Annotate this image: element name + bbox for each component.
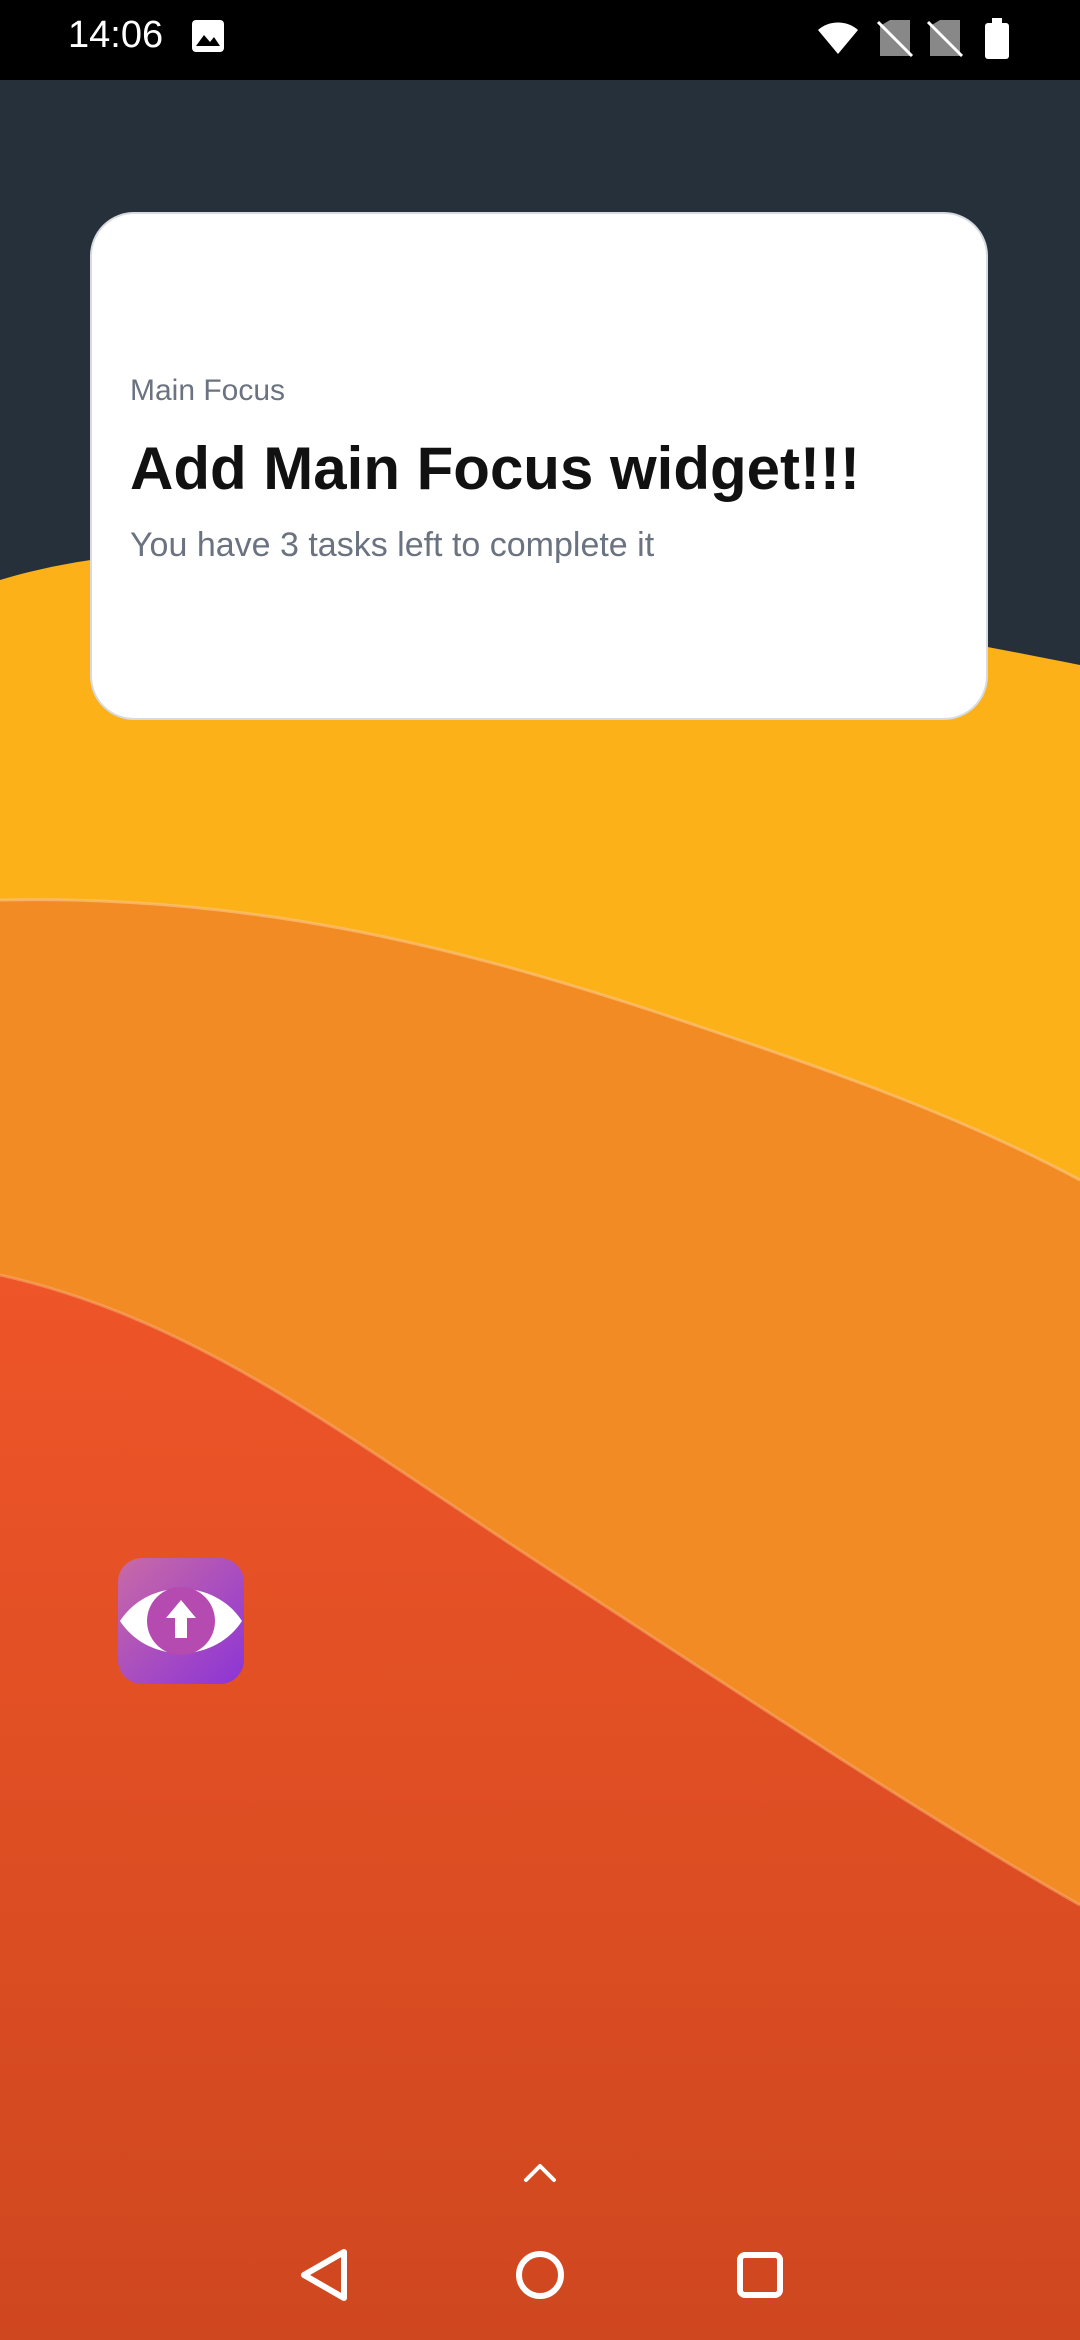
app-drawer-chevron-up-icon[interactable] xyxy=(520,2152,560,2192)
back-icon[interactable] xyxy=(290,2240,360,2310)
home-icon[interactable] xyxy=(505,2240,575,2310)
wifi-icon xyxy=(818,22,858,54)
battery-icon xyxy=(985,18,1009,59)
no-sim-icon xyxy=(926,20,964,58)
eye-upload-app-icon[interactable] xyxy=(118,1558,244,1684)
eye-upload-icon xyxy=(118,1558,244,1684)
widget-label: Main Focus xyxy=(130,374,286,407)
image-icon xyxy=(192,20,224,52)
status-bar: 14:06 xyxy=(0,0,1080,80)
widget-title: Add Main Focus widget!!! xyxy=(130,435,860,502)
no-sim-icon xyxy=(876,20,914,58)
recents-icon[interactable] xyxy=(725,2240,795,2310)
widget-subtitle: You have 3 tasks left to complete it xyxy=(130,526,655,564)
clock: 14:06 xyxy=(68,14,164,56)
main-focus-widget[interactable]: Main Focus Add Main Focus widget!!! You … xyxy=(90,212,988,720)
